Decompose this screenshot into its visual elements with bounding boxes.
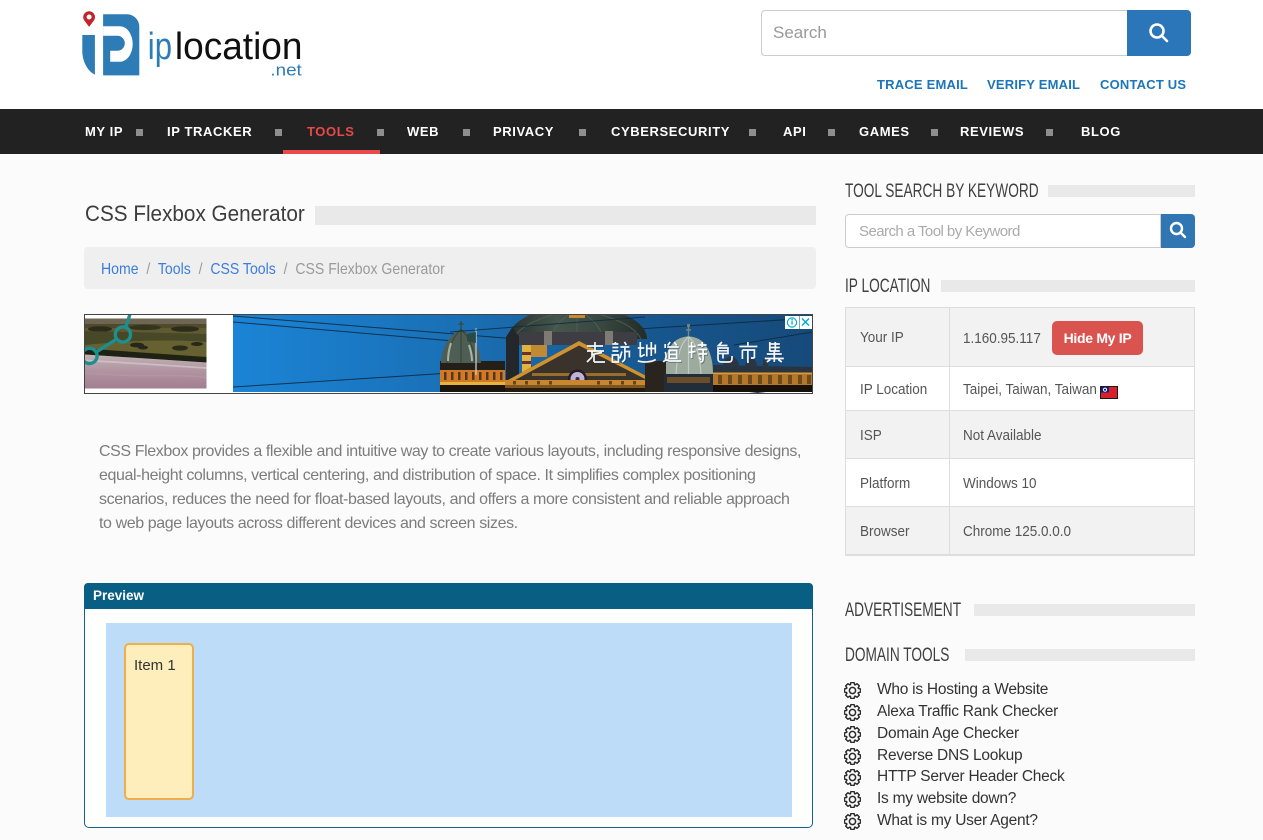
svg-text:.net: .net [270, 61, 302, 79]
svg-text:ip: ip [148, 26, 172, 68]
